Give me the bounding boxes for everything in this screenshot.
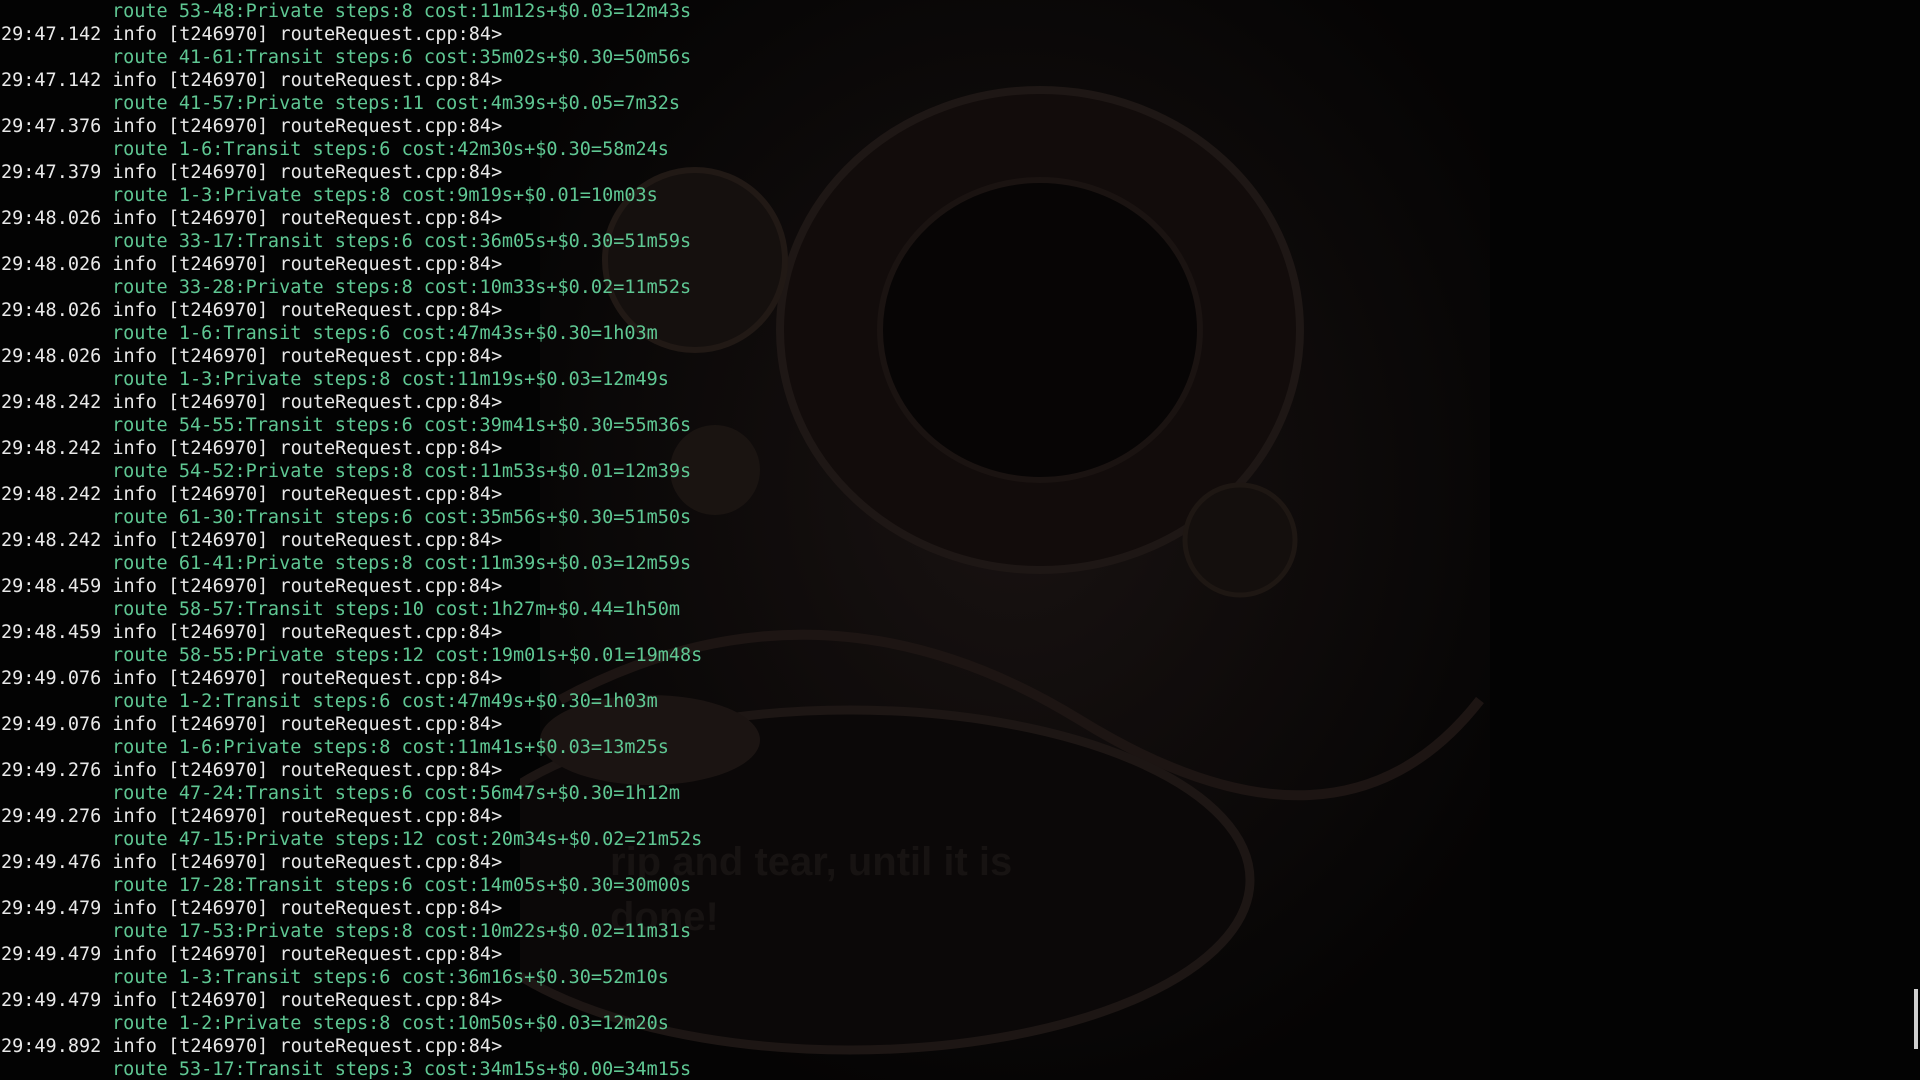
route-result-line: route 1-2:Transit steps:6 cost:47m49s+$0… xyxy=(112,691,658,712)
route-result-line: route 33-28:Private steps:8 cost:10m33s+… xyxy=(112,277,692,298)
route-result-line: route 1-6:Transit steps:6 cost:47m43s+$0… xyxy=(112,323,658,344)
route-result-line: route 1-6:Transit steps:6 cost:42m30s+$0… xyxy=(112,139,669,160)
route-result-line: route 1-6:Private steps:8 cost:11m41s+$0… xyxy=(112,737,669,758)
log-entry-line: 29:49.276 info [t246970] routeRequest.cp… xyxy=(1,760,503,781)
route-result-line: route 53-17:Transit steps:3 cost:34m15s+… xyxy=(112,1059,692,1080)
terminal-window[interactable]: rip and tear, until it is done! route 53… xyxy=(0,0,1920,1080)
route-result-line: route 41-61:Transit steps:6 cost:35m02s+… xyxy=(112,47,692,68)
log-entry-line: 29:49.076 info [t246970] routeRequest.cp… xyxy=(1,668,503,689)
route-result-line: route 1-3:Private steps:8 cost:11m19s+$0… xyxy=(112,369,669,390)
terminal-output: route 53-48:Private steps:8 cost:11m12s+… xyxy=(1,0,702,1080)
scrollbar[interactable] xyxy=(1914,0,1918,1080)
route-result-line: route 61-41:Private steps:8 cost:11m39s+… xyxy=(112,553,692,574)
log-entry-line: 29:47.376 info [t246970] routeRequest.cp… xyxy=(1,116,503,137)
log-entry-line: 29:49.479 info [t246970] routeRequest.cp… xyxy=(1,944,503,965)
log-entry-line: 29:49.276 info [t246970] routeRequest.cp… xyxy=(1,806,503,827)
log-entry-line: 29:49.479 info [t246970] routeRequest.cp… xyxy=(1,990,503,1011)
route-result-line: route 41-57:Private steps:11 cost:4m39s+… xyxy=(112,93,681,114)
log-entry-line: 29:47.142 info [t246970] routeRequest.cp… xyxy=(1,70,503,91)
route-result-line: route 53-48:Private steps:8 cost:11m12s+… xyxy=(112,1,692,22)
log-entry-line: 29:49.479 info [t246970] routeRequest.cp… xyxy=(1,898,503,919)
route-result-line: route 58-57:Transit steps:10 cost:1h27m+… xyxy=(112,599,681,620)
route-result-line: route 17-28:Transit steps:6 cost:14m05s+… xyxy=(112,875,692,896)
log-entry-line: 29:47.142 info [t246970] routeRequest.cp… xyxy=(1,24,503,45)
log-entry-line: 29:49.892 info [t246970] routeRequest.cp… xyxy=(1,1036,503,1057)
route-result-line: route 1-3:Private steps:8 cost:9m19s+$0.… xyxy=(112,185,658,206)
route-result-line: route 47-15:Private steps:12 cost:20m34s… xyxy=(112,829,703,850)
log-entry-line: 29:48.026 info [t246970] routeRequest.cp… xyxy=(1,346,503,367)
route-result-line: route 54-55:Transit steps:6 cost:39m41s+… xyxy=(112,415,692,436)
route-result-line: route 1-2:Private steps:8 cost:10m50s+$0… xyxy=(112,1013,669,1034)
log-entry-line: 29:48.242 info [t246970] routeRequest.cp… xyxy=(1,438,503,459)
route-result-line: route 58-55:Private steps:12 cost:19m01s… xyxy=(112,645,703,666)
log-entry-line: 29:48.242 info [t246970] routeRequest.cp… xyxy=(1,392,503,413)
log-entry-line: 29:47.379 info [t246970] routeRequest.cp… xyxy=(1,162,503,183)
log-entry-line: 29:48.026 info [t246970] routeRequest.cp… xyxy=(1,254,503,275)
scrollbar-thumb[interactable] xyxy=(1914,989,1918,1049)
route-result-line: route 61-30:Transit steps:6 cost:35m56s+… xyxy=(112,507,692,528)
route-result-line: route 1-3:Transit steps:6 cost:36m16s+$0… xyxy=(112,967,669,988)
log-entry-line: 29:49.076 info [t246970] routeRequest.cp… xyxy=(1,714,503,735)
log-entry-line: 29:48.026 info [t246970] routeRequest.cp… xyxy=(1,208,503,229)
log-entry-line: 29:48.026 info [t246970] routeRequest.cp… xyxy=(1,300,503,321)
log-entry-line: 29:48.242 info [t246970] routeRequest.cp… xyxy=(1,530,503,551)
route-result-line: route 47-24:Transit steps:6 cost:56m47s+… xyxy=(112,783,681,804)
log-entry-line: 29:48.242 info [t246970] routeRequest.cp… xyxy=(1,484,503,505)
log-entry-line: 29:48.459 info [t246970] routeRequest.cp… xyxy=(1,622,503,643)
log-entry-line: 29:49.476 info [t246970] routeRequest.cp… xyxy=(1,852,503,873)
route-result-line: route 17-53:Private steps:8 cost:10m22s+… xyxy=(112,921,692,942)
route-result-line: route 54-52:Private steps:8 cost:11m53s+… xyxy=(112,461,692,482)
log-entry-line: 29:48.459 info [t246970] routeRequest.cp… xyxy=(1,576,503,597)
route-result-line: route 33-17:Transit steps:6 cost:36m05s+… xyxy=(112,231,692,252)
